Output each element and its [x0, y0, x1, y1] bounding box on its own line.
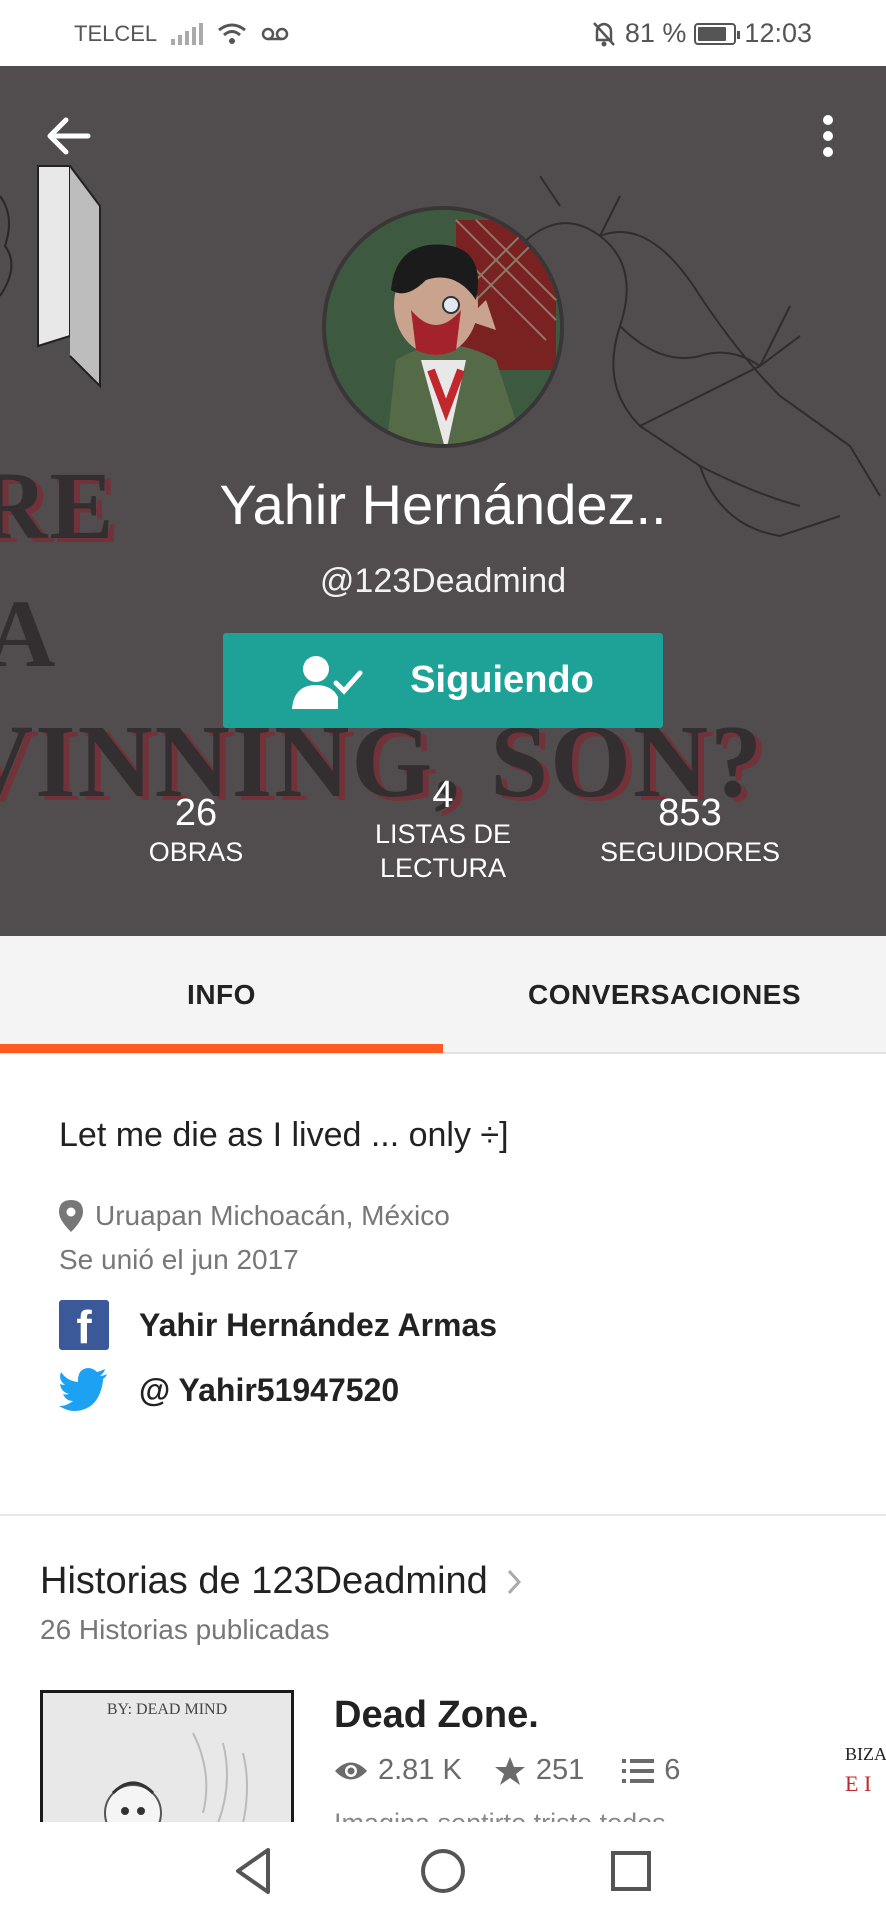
tab-conversations[interactable]: CONVERSACIONES: [443, 936, 886, 1054]
notifications-off-icon: [592, 21, 615, 46]
stat-followers-label: SEGUIDORES: [599, 837, 781, 867]
voicemail-icon: [261, 27, 289, 41]
user-check-icon: [292, 655, 363, 709]
parts-list-icon: [622, 1758, 655, 1783]
eye-icon: [335, 1762, 367, 1779]
stat-followers-value: 853: [658, 792, 722, 834]
battery-percent: 81 %: [624, 18, 687, 48]
battery-fill: [698, 26, 726, 41]
avatar-illustration: [326, 210, 560, 444]
stories-title: Historias de 123Deadmind: [40, 1560, 488, 1602]
next-cover-text-2: E I: [845, 1771, 872, 1796]
clock: 12:03: [744, 18, 812, 48]
profile-username: @123Deadmind: [319, 562, 567, 600]
story-reads: 2.81 K: [378, 1754, 462, 1786]
tab-info[interactable]: INFO: [0, 936, 443, 1054]
signal-icon: [171, 23, 204, 45]
stat-reading-lists-label: LISTAS DE LECTURA: [374, 819, 512, 883]
facebook-name: Yahir Hernández Armas: [139, 1306, 498, 1343]
stat-reading-lists[interactable]: 4 LISTAS DE LECTURA: [352, 774, 534, 885]
stat-works[interactable]: 26 OBRAS: [116, 792, 276, 869]
twitter-handle: @ Yahir51947520: [139, 1371, 400, 1408]
profile-name: Yahir Hernández..: [219, 473, 667, 536]
nav-recents-icon[interactable]: [604, 1844, 658, 1898]
twitter-icon: [59, 1368, 107, 1411]
nav-home-icon[interactable]: [416, 1844, 470, 1898]
facebook-icon: f: [59, 1300, 109, 1350]
status-right: 81 % 12:03: [591, 18, 812, 49]
story-parts: 6: [664, 1754, 681, 1786]
facebook-link[interactable]: f Yahir Hernández Armas: [59, 1300, 497, 1350]
profile-tabs: INFO CONVERSACIONES: [0, 936, 886, 1054]
following-button[interactable]: Siguiendo: [223, 633, 663, 728]
story-votes: 251: [535, 1754, 585, 1786]
stat-works-value: 26: [174, 792, 218, 834]
profile-bio: Let me die as I lived ... only ÷]: [59, 1116, 509, 1154]
carrier-label: TELCEL: [74, 21, 158, 46]
location-pin-icon: [59, 1200, 83, 1232]
location-text: Uruapan Michoacán, México: [95, 1200, 450, 1231]
stories-count: 26 Historias publicadas: [40, 1614, 330, 1645]
wifi-icon: [218, 23, 247, 44]
joined-date: Se unió el jun 2017: [59, 1244, 299, 1275]
star-icon: [494, 1756, 525, 1785]
back-arrow-icon[interactable]: [44, 114, 92, 158]
story-meta: 2.81 K 251 6: [334, 1754, 680, 1787]
stat-reading-lists-value: 4: [432, 774, 454, 816]
nav-back-icon[interactable]: [226, 1844, 280, 1898]
location-row: Uruapan Michoacán, México: [59, 1200, 450, 1232]
more-options-icon[interactable]: [818, 114, 838, 158]
story-cover-text: BY: DEAD MIND: [106, 1701, 228, 1718]
next-cover-text-1: BIZA: [845, 1744, 886, 1764]
profile-header: RE RE A VINNING, SON? VINNING, SON? Yahi…: [0, 66, 886, 936]
active-tab-indicator: [0, 1044, 443, 1053]
status-bar: TELCEL 81 % 12:03: [0, 0, 886, 66]
stat-works-label: OBRAS: [148, 837, 244, 867]
twitter-link[interactable]: @ Yahir51947520: [59, 1368, 399, 1412]
stat-followers[interactable]: 853 SEGUIDORES: [590, 792, 790, 869]
system-nav-bar: [0, 1822, 886, 1920]
status-left: TELCEL: [74, 21, 289, 47]
story-title[interactable]: Dead Zone.: [334, 1694, 539, 1737]
battery-icon: [694, 22, 741, 45]
section-divider: [0, 1514, 886, 1516]
chevron-right-icon: [507, 1569, 521, 1594]
stories-header[interactable]: Historias de 123Deadmind: [40, 1560, 522, 1603]
avatar[interactable]: [322, 206, 564, 448]
following-label: Siguiendo: [410, 659, 594, 701]
